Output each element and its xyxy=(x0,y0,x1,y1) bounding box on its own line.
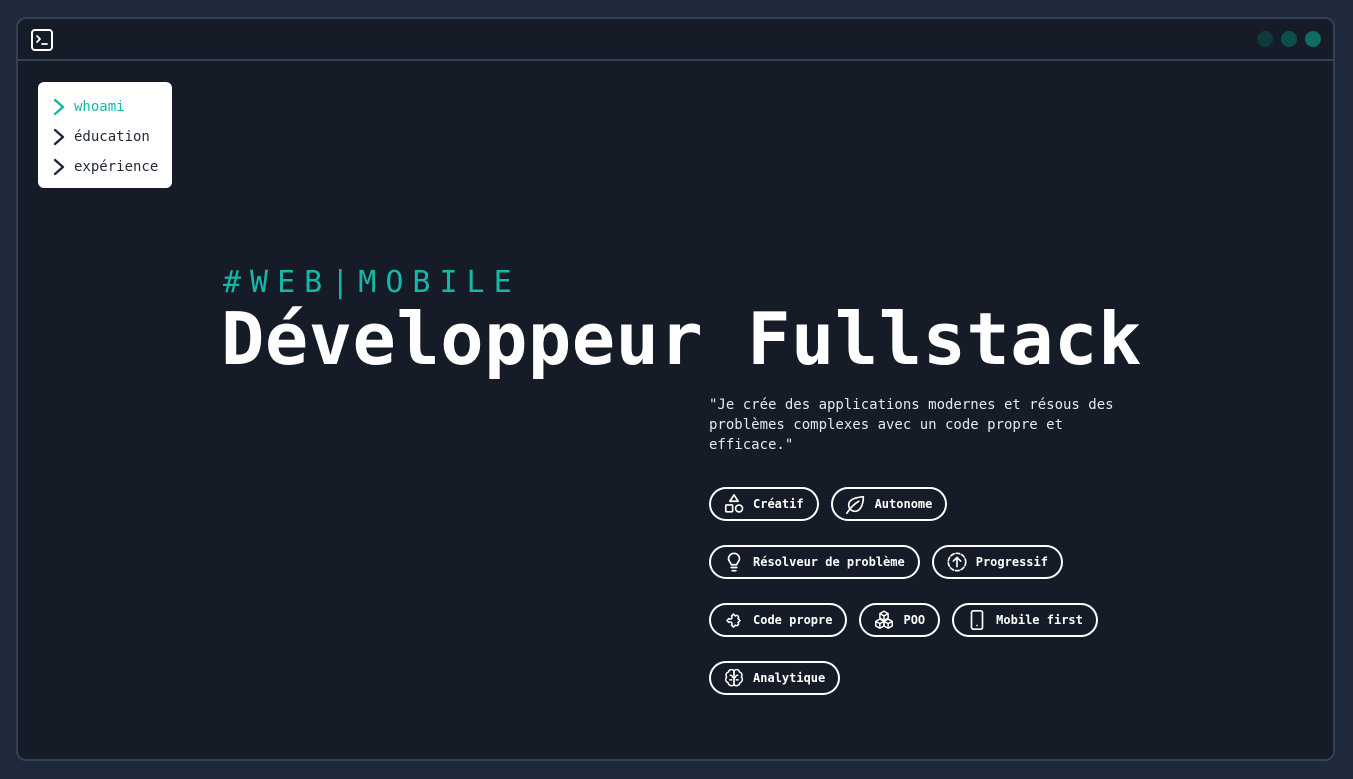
tag-analytique[interactable]: Analytique xyxy=(709,661,841,695)
tag-label: POO xyxy=(903,613,926,627)
menu-item-experience[interactable]: expérience xyxy=(52,152,172,182)
tag-label: Créatif xyxy=(753,497,804,511)
tag-progressif[interactable]: Progressif xyxy=(931,545,1063,579)
tag-mobile-first[interactable]: Mobile first xyxy=(952,603,1098,637)
puzzle-icon xyxy=(726,613,741,628)
terminal-window: whoami éducation expérience #WEB|MOBILE … xyxy=(16,17,1335,761)
menu-item-label: whoami xyxy=(74,99,125,115)
menu-item-label: expérience xyxy=(74,159,159,175)
tag-code-propre[interactable]: Code propre xyxy=(709,603,848,637)
hero-title: Développeur Fullstack xyxy=(221,297,1142,381)
lightbulb-icon xyxy=(727,552,741,572)
tag-label: Code propre xyxy=(753,613,833,627)
tag-poo[interactable]: POO xyxy=(859,603,941,637)
tag-label: Progressif xyxy=(975,555,1048,569)
chevron-right-icon xyxy=(53,158,65,176)
tag-label: Analytique xyxy=(753,671,826,685)
tag-resolveur[interactable]: Résolveur de problème xyxy=(709,545,920,579)
title-bar xyxy=(18,19,1333,61)
menu-item-whoami[interactable]: whoami xyxy=(52,92,172,122)
leaf-icon xyxy=(845,495,864,514)
terminal-icon xyxy=(31,29,53,51)
tag-autonome[interactable]: Autonome xyxy=(830,487,948,521)
brain-icon xyxy=(724,668,744,687)
menu-item-label: éducation xyxy=(74,129,150,145)
skill-tags: Créatif Autonome Résolveur de problème P… xyxy=(709,487,1129,695)
hero-quote: "Je crée des applications modernes et ré… xyxy=(709,397,1114,453)
hero-tagline: #WEB|MOBILE xyxy=(223,265,521,300)
shapes-icon xyxy=(724,494,744,513)
boxes-icon xyxy=(875,610,894,629)
nav-menu: whoami éducation expérience xyxy=(38,82,172,188)
window-dot-2[interactable] xyxy=(1281,31,1297,47)
tag-creatif[interactable]: Créatif xyxy=(709,487,819,521)
menu-item-education[interactable]: éducation xyxy=(52,122,172,152)
tag-label: Mobile first xyxy=(996,613,1083,627)
smartphone-icon xyxy=(970,610,984,630)
tag-label: Résolveur de problème xyxy=(753,555,905,569)
window-dot-1[interactable] xyxy=(1257,31,1273,47)
circle-arrow-up-icon xyxy=(947,552,967,572)
window-dot-3[interactable] xyxy=(1305,31,1321,47)
chevron-right-icon xyxy=(53,98,65,116)
tag-label: Autonome xyxy=(874,497,933,511)
chevron-right-icon xyxy=(53,128,65,146)
window-controls xyxy=(1257,31,1321,47)
